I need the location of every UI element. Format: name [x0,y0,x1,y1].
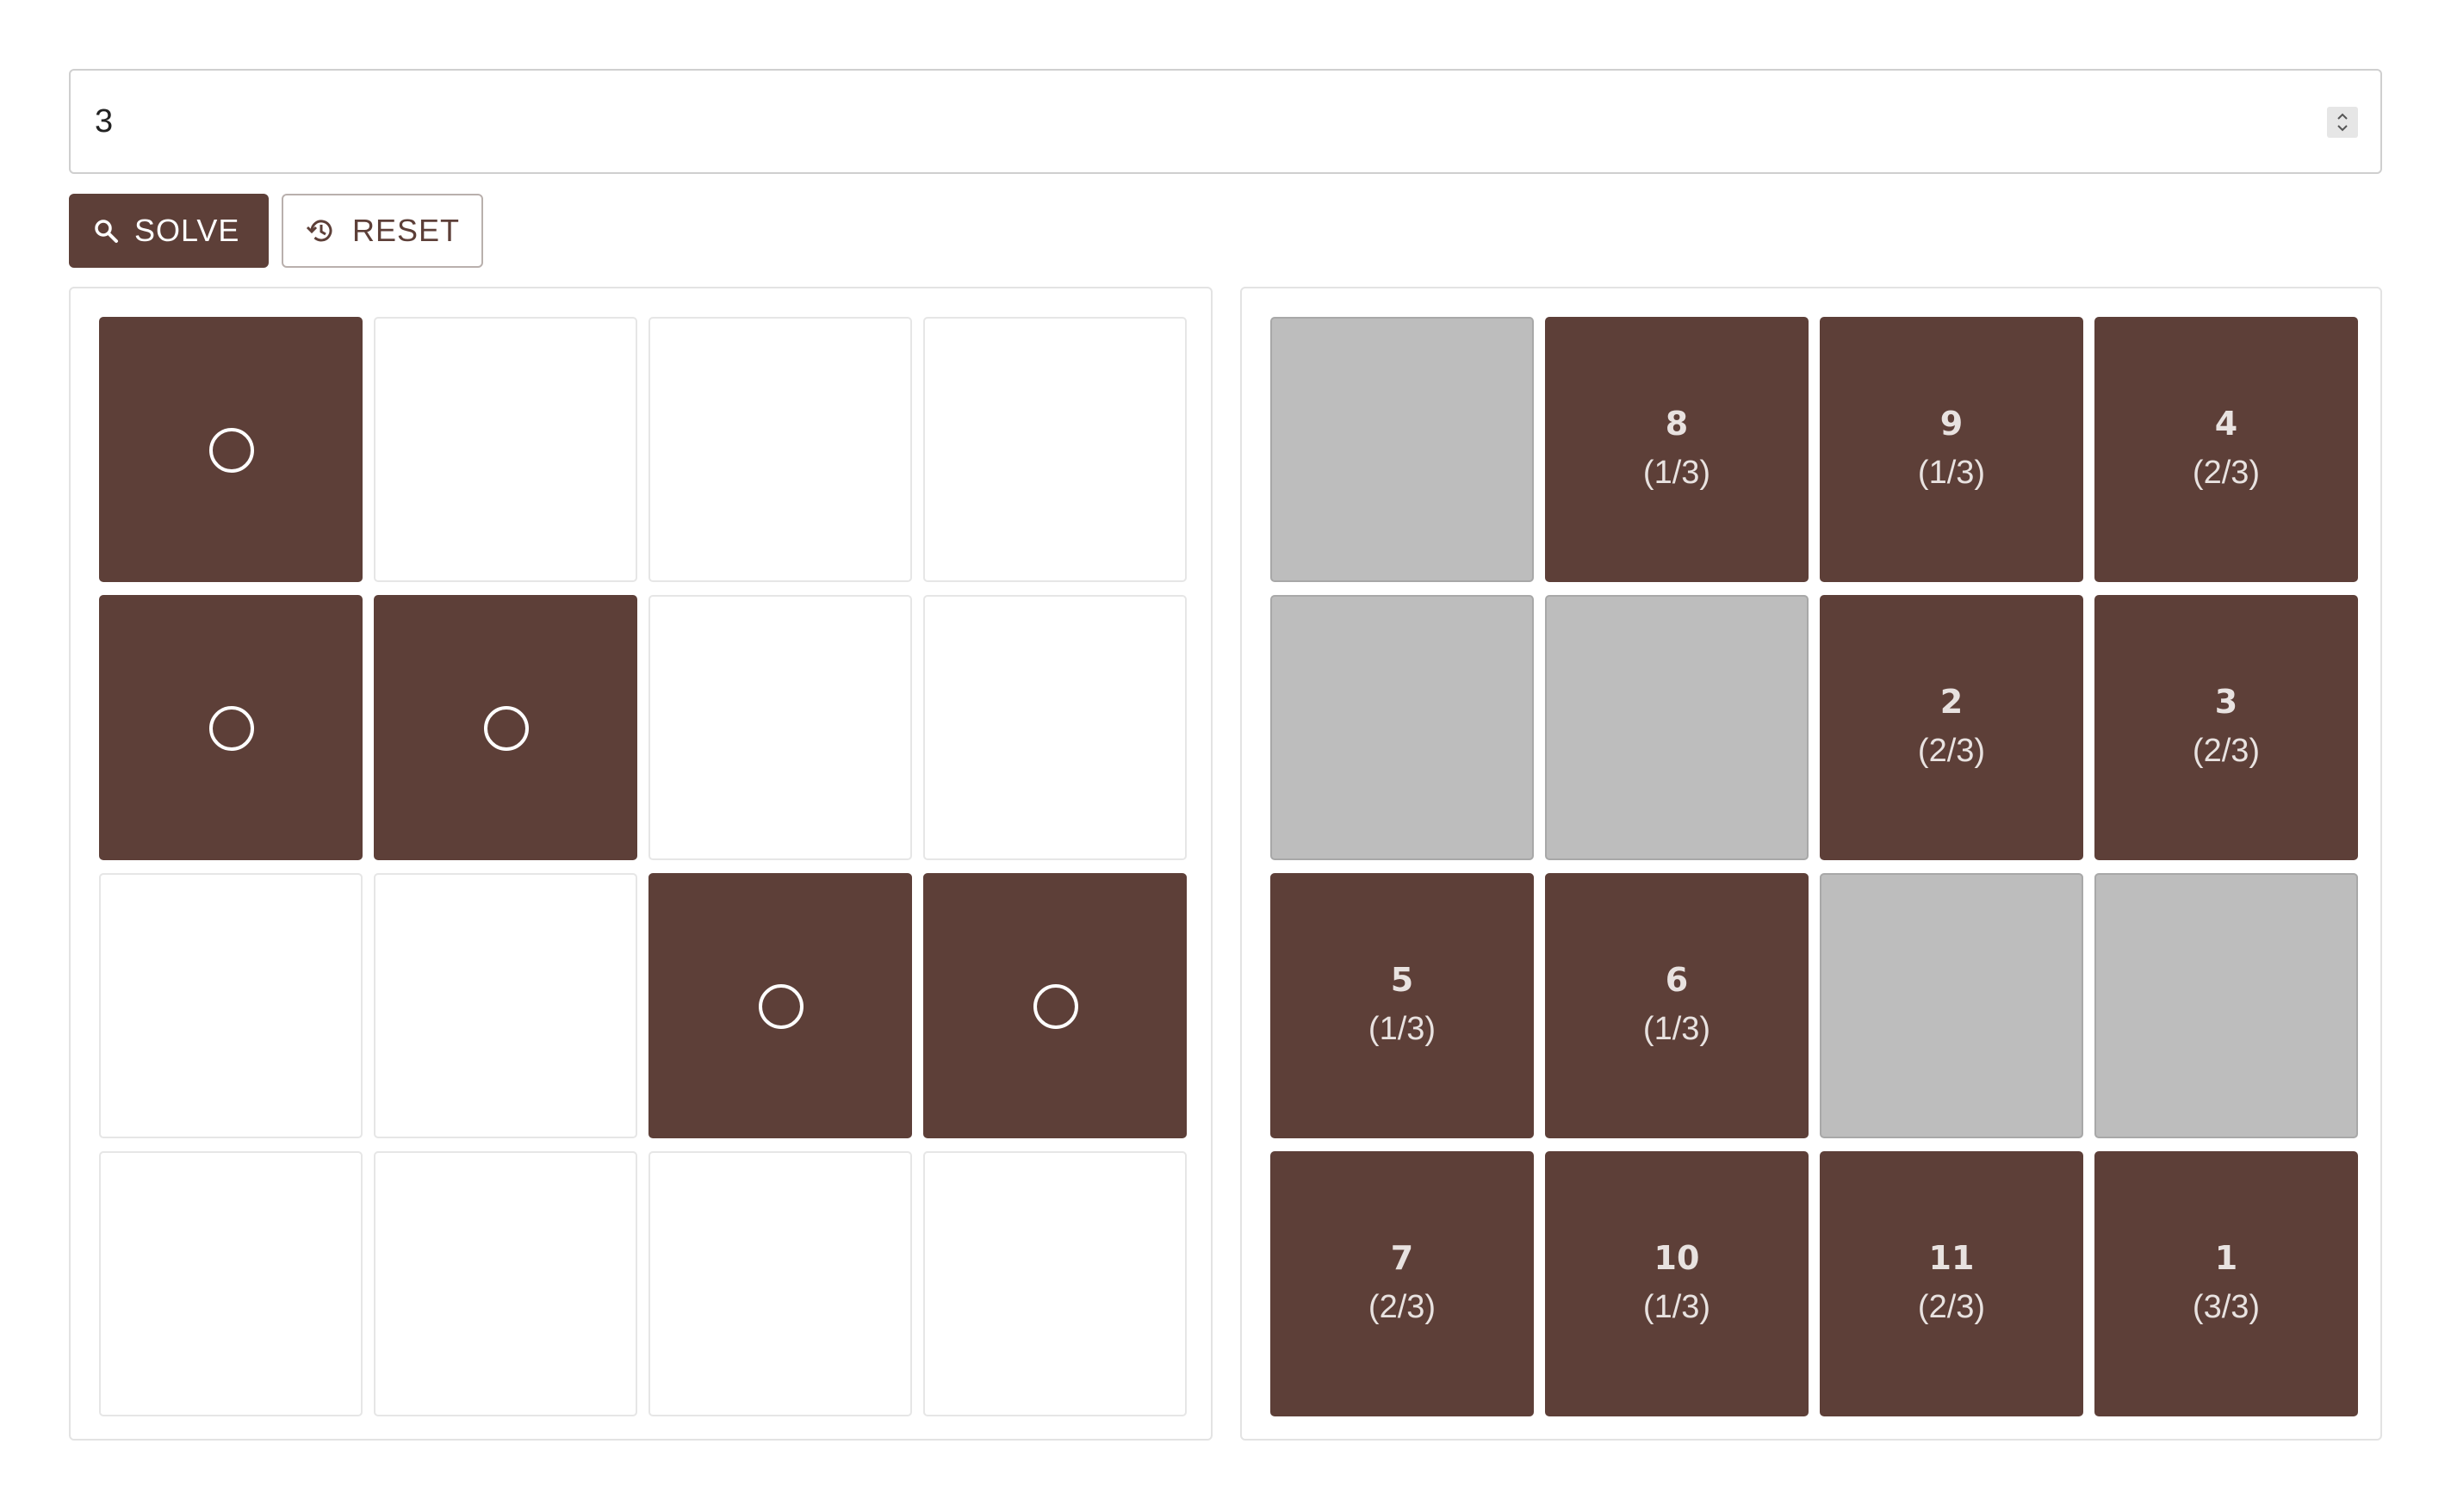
solution-cell-r2-c2 [1545,595,1809,860]
solution-cell-r4-c4: 1 (3/3) [2094,1151,2358,1416]
solution-cell-r4-c1: 7 (2/3) [1270,1151,1534,1416]
number-input-value: 3 [95,103,114,139]
solution-cell-r1-c1 [1270,317,1534,582]
circle-icon [484,706,529,751]
solution-cell-r4-c3: 11 (2/3) [1820,1151,2083,1416]
solution-grid-panel: 8 (1/3) 9 (1/3) 4 (2/3) 2 (2/3) 3 (2/3) 5 (1/3) 6 (1/… [1240,287,2382,1441]
history-icon [304,214,337,247]
input-cell-r3-c2[interactable] [374,873,637,1138]
input-cell-r1-c2[interactable] [374,317,637,582]
piece-number: 9 [1939,405,1964,443]
piece-number: 6 [1665,961,1689,999]
piece-fraction: (2/3) [1917,733,1986,769]
piece-number: 5 [1390,961,1414,999]
piece-fraction: (2/3) [2192,733,2261,769]
piece-fraction: (1/3) [1642,1289,1711,1325]
solution-cell-r1-c3: 9 (1/3) [1820,317,2083,582]
piece-number: 7 [1390,1239,1414,1277]
piece-number: 3 [2214,683,2238,721]
circle-icon [209,428,254,473]
solve-button-label: SOLVE [134,213,240,248]
reset-button[interactable]: RESET [282,194,483,268]
reset-button-label: RESET [352,213,461,248]
piece-number: 1 [2214,1239,2238,1277]
solution-cell-r1-c2: 8 (1/3) [1545,317,1809,582]
piece-fraction: (2/3) [1917,1289,1986,1325]
piece-fraction: (1/3) [1917,455,1986,491]
solve-button[interactable]: SOLVE [69,194,269,268]
circle-icon [1033,984,1078,1029]
solution-cell-r3-c4 [2094,873,2358,1138]
piece-number: 4 [2214,405,2238,443]
solution-cell-r2-c1 [1270,595,1534,860]
solution-cell-r1-c4: 4 (2/3) [2094,317,2358,582]
input-grid-panel [69,287,1213,1441]
piece-fraction: (1/3) [1642,455,1711,491]
solution-cell-r3-c1: 5 (1/3) [1270,873,1534,1138]
input-cell-r4-c2[interactable] [374,1151,637,1416]
input-cell-r1-c4[interactable] [923,317,1187,582]
search-icon [93,218,119,244]
circle-icon [209,706,254,751]
input-cell-r3-c1[interactable] [99,873,363,1138]
input-cell-r1-c1[interactable] [99,317,363,582]
solution-cell-r3-c2: 6 (1/3) [1545,873,1809,1138]
input-cell-r2-c2[interactable] [374,595,637,860]
stepper-arrows-icon[interactable] [2327,107,2358,138]
input-cell-r2-c4[interactable] [923,595,1187,860]
piece-fraction: (3/3) [2192,1289,2261,1325]
input-cell-r2-c1[interactable] [99,595,363,860]
input-cell-r2-c3[interactable] [648,595,912,860]
solution-cell-r2-c4: 3 (2/3) [2094,595,2358,860]
solution-cell-r3-c3 [1820,873,2083,1138]
piece-number: 10 [1654,1239,1700,1277]
piece-fraction: (1/3) [1368,1011,1436,1047]
input-cell-r4-c3[interactable] [648,1151,912,1416]
piece-number: 2 [1939,683,1964,721]
input-cell-r4-c1[interactable] [99,1151,363,1416]
solution-cell-r2-c3: 2 (2/3) [1820,595,2083,860]
input-cell-r3-c3[interactable] [648,873,912,1138]
input-cell-r3-c4[interactable] [923,873,1187,1138]
piece-fraction: (1/3) [1642,1011,1711,1047]
piece-number: 8 [1665,405,1689,443]
piece-fraction: (2/3) [1368,1289,1436,1325]
solution-cell-r4-c2: 10 (1/3) [1545,1151,1809,1416]
piece-number: 11 [1928,1239,1975,1277]
number-input[interactable]: 3 [69,69,2382,174]
input-cell-r4-c4[interactable] [923,1151,1187,1416]
piece-fraction: (2/3) [2192,455,2261,491]
input-cell-r1-c3[interactable] [648,317,912,582]
circle-icon [759,984,804,1029]
